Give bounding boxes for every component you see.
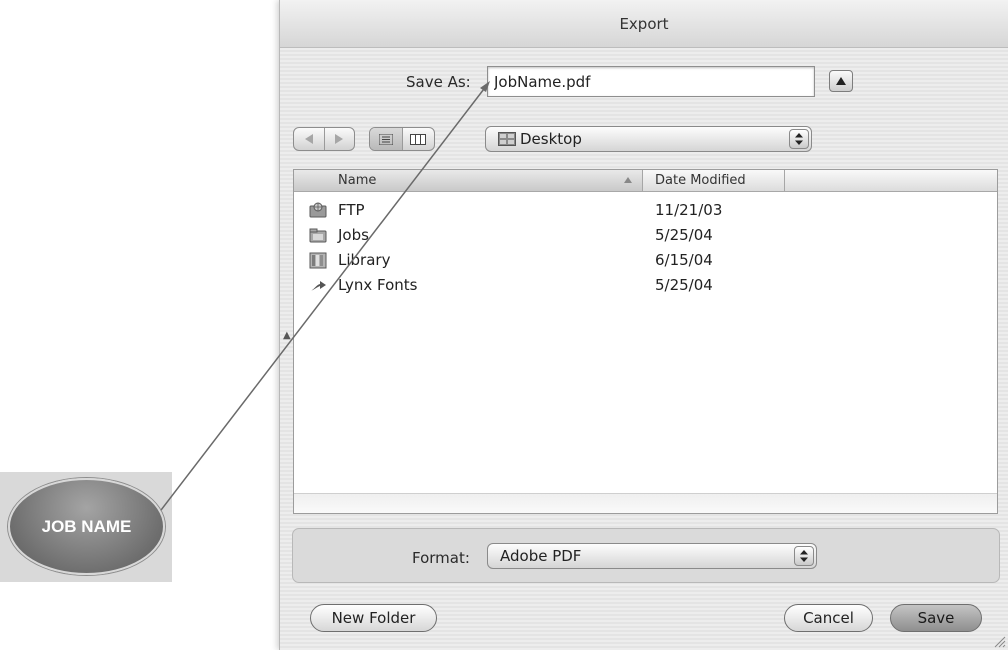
stage: Export Save As: JobName.pdf Desktop Name… [0,0,1008,650]
callout-label: JOB NAME [41,516,132,536]
callout-bubble: JOB NAME [8,478,165,575]
